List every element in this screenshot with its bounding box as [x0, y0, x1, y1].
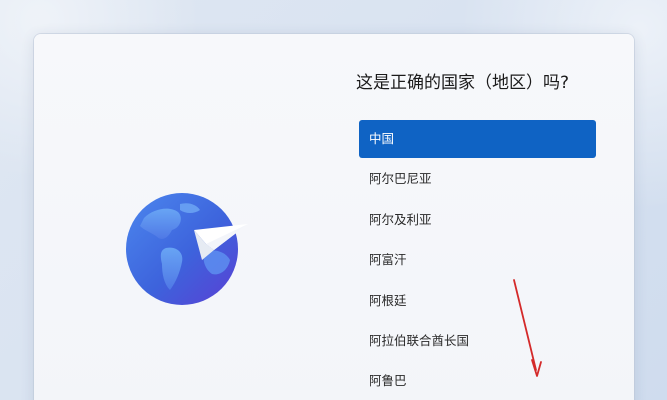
country-option-algeria[interactable]: 阿尔及利亚 — [359, 201, 596, 239]
region-question-title: 这是正确的国家（地区）吗? — [356, 73, 570, 93]
globe-illustration — [122, 186, 254, 314]
country-option-aruba[interactable]: 阿鲁巴 — [359, 362, 596, 400]
country-region-list[interactable]: 中国 阿尔巴尼亚 阿尔及利亚 阿富汗 阿根廷 阿拉伯联合酋长国 阿鲁巴 — [359, 120, 596, 400]
country-option-albania[interactable]: 阿尔巴尼亚 — [359, 160, 596, 198]
country-option-china[interactable]: 中国 — [359, 120, 596, 158]
country-option-uae[interactable]: 阿拉伯联合酋长国 — [359, 322, 596, 360]
country-option-afghanistan[interactable]: 阿富汗 — [359, 241, 596, 279]
country-option-argentina[interactable]: 阿根廷 — [359, 282, 596, 320]
globe-with-paper-plane-icon — [126, 193, 248, 305]
oobe-region-card: 这是正确的国家（地区）吗? 中国 阿尔巴尼亚 阿尔及利亚 阿富汗 阿根廷 阿拉伯… — [34, 34, 634, 400]
